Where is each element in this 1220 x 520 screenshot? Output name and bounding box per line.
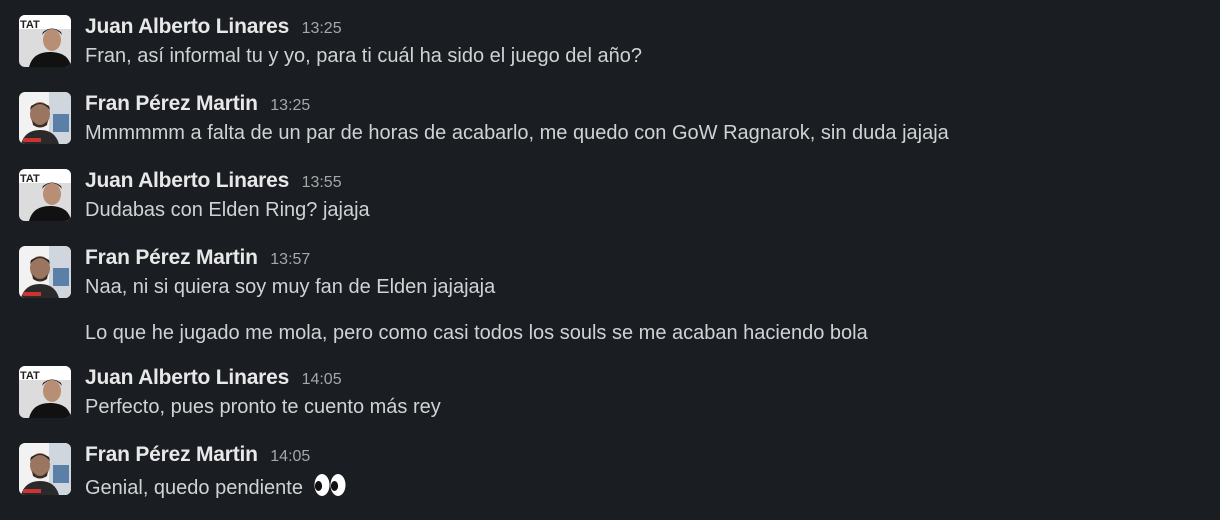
message: TAT Juan Alberto Linares 13:25 Fran, así… bbox=[19, 15, 1220, 75]
author-name[interactable]: Juan Alberto Linares bbox=[85, 169, 289, 192]
author-name[interactable]: Fran Pérez Martin bbox=[85, 246, 258, 269]
fran-avatar[interactable] bbox=[19, 92, 71, 144]
message-text: Fran, así informal tu y yo, para ti cuál… bbox=[85, 45, 642, 67]
author-name[interactable]: Juan Alberto Linares bbox=[85, 366, 289, 389]
juan-avatar[interactable]: TAT bbox=[19, 366, 71, 418]
author-name[interactable]: Fran Pérez Martin bbox=[85, 92, 258, 115]
message: Fran Pérez Martin 14:05 Genial, quedo pe… bbox=[19, 443, 1220, 503]
message-text: Mmmmmm a falta de un par de horas de aca… bbox=[85, 122, 949, 144]
message-timestamp[interactable]: 14:05 bbox=[270, 448, 310, 465]
message-text-row: Genial, quedo pendiente bbox=[85, 473, 347, 503]
message: TAT Juan Alberto Linares 13:55 Dudabas c… bbox=[19, 169, 1220, 229]
message-timestamp[interactable]: 13:55 bbox=[302, 174, 342, 191]
avatar-letters: TAT bbox=[20, 19, 40, 31]
message-timestamp[interactable]: 13:25 bbox=[270, 97, 310, 114]
avatar-letters: TAT bbox=[20, 370, 40, 382]
fran-avatar[interactable] bbox=[19, 443, 71, 495]
eyes-emoji-icon bbox=[313, 473, 347, 503]
message-text: Lo que he jugado me mola, pero como casi… bbox=[85, 322, 868, 344]
avatar-letters: TAT bbox=[20, 173, 40, 185]
fran-avatar[interactable] bbox=[19, 246, 71, 298]
message-timestamp[interactable]: 14:05 bbox=[302, 371, 342, 388]
message-feed: TAT Juan Alberto Linares 13:25 Fran, así… bbox=[0, 0, 1220, 520]
message-text: Naa, ni si quiera soy muy fan de Elden j… bbox=[85, 276, 496, 298]
message-timestamp[interactable]: 13:57 bbox=[270, 251, 310, 268]
juan-avatar[interactable]: TAT bbox=[19, 15, 71, 67]
message-timestamp[interactable]: 13:25 bbox=[302, 20, 342, 37]
message: TAT Juan Alberto Linares 14:05 Perfecto,… bbox=[19, 366, 1220, 426]
juan-avatar[interactable]: TAT bbox=[19, 169, 71, 221]
author-name[interactable]: Juan Alberto Linares bbox=[85, 15, 289, 38]
message-text: Genial, quedo pendiente bbox=[85, 477, 303, 499]
message-text: Perfecto, pues pronto te cuento más rey bbox=[85, 396, 441, 418]
message-text: Dudabas con Elden Ring? jajaja bbox=[85, 199, 370, 221]
author-name[interactable]: Fran Pérez Martin bbox=[85, 443, 258, 466]
message: Fran Pérez Martin 13:57 Naa, ni si quier… bbox=[19, 246, 1220, 306]
message: Fran Pérez Martin 13:25 Mmmmmm a falta d… bbox=[19, 92, 1220, 152]
